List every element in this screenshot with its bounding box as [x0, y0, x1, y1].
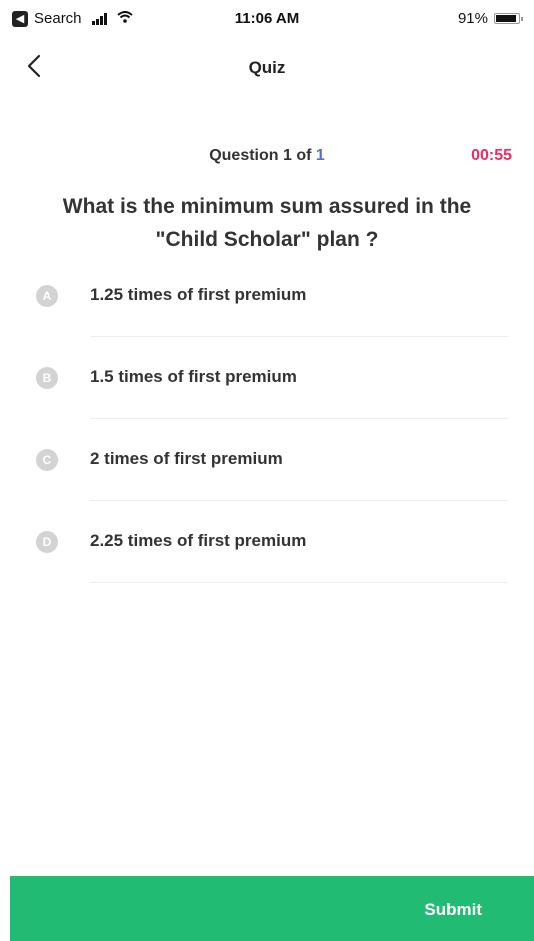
status-bar: ◀ Search 11:06 AM 91%: [0, 0, 534, 40]
question-counter-total: 1: [315, 147, 325, 164]
answer-option-a[interactable]: A 1.25 times of first premium: [0, 255, 534, 337]
divider: [90, 582, 508, 583]
answer-option-c[interactable]: C 2 times of first premium: [0, 419, 534, 501]
option-letter-badge: B: [36, 367, 58, 389]
answer-option-d[interactable]: D 2.25 times of first premium: [0, 501, 534, 583]
page-title: Quiz: [248, 58, 286, 77]
battery-percent: 91%: [457, 10, 488, 27]
battery-icon: [494, 13, 523, 24]
option-text: 1.5 times of first premium: [90, 367, 297, 386]
option-text: 2.25 times of first premium: [90, 531, 307, 550]
question-counter-prefix: Question 1 of: [209, 147, 316, 164]
countdown-timer: 00:55: [471, 147, 512, 164]
submit-button[interactable]: Submit: [10, 876, 534, 941]
option-text: 2 times of first premium: [90, 449, 283, 468]
status-time: 11:06 AM: [234, 10, 300, 27]
nav-bar: Quiz: [0, 40, 534, 96]
battery-tip: [521, 17, 523, 21]
answer-options: A 1.25 times of first premium B 1.5 time…: [0, 255, 534, 583]
status-right: 91%: [457, 10, 523, 27]
option-text: 1.25 times of first premium: [90, 285, 307, 304]
answer-option-b[interactable]: B 1.5 times of first premium: [0, 337, 534, 419]
battery-fill: [496, 15, 517, 22]
option-letter-badge: A: [36, 285, 58, 307]
question-text: What is the minimum sum assured in the "…: [62, 195, 472, 251]
option-letter-badge: C: [36, 449, 58, 471]
question-counter: Question 1 of 1: [0, 147, 534, 165]
submit-label: Submit: [424, 900, 482, 919]
option-letter-badge: D: [36, 531, 58, 553]
